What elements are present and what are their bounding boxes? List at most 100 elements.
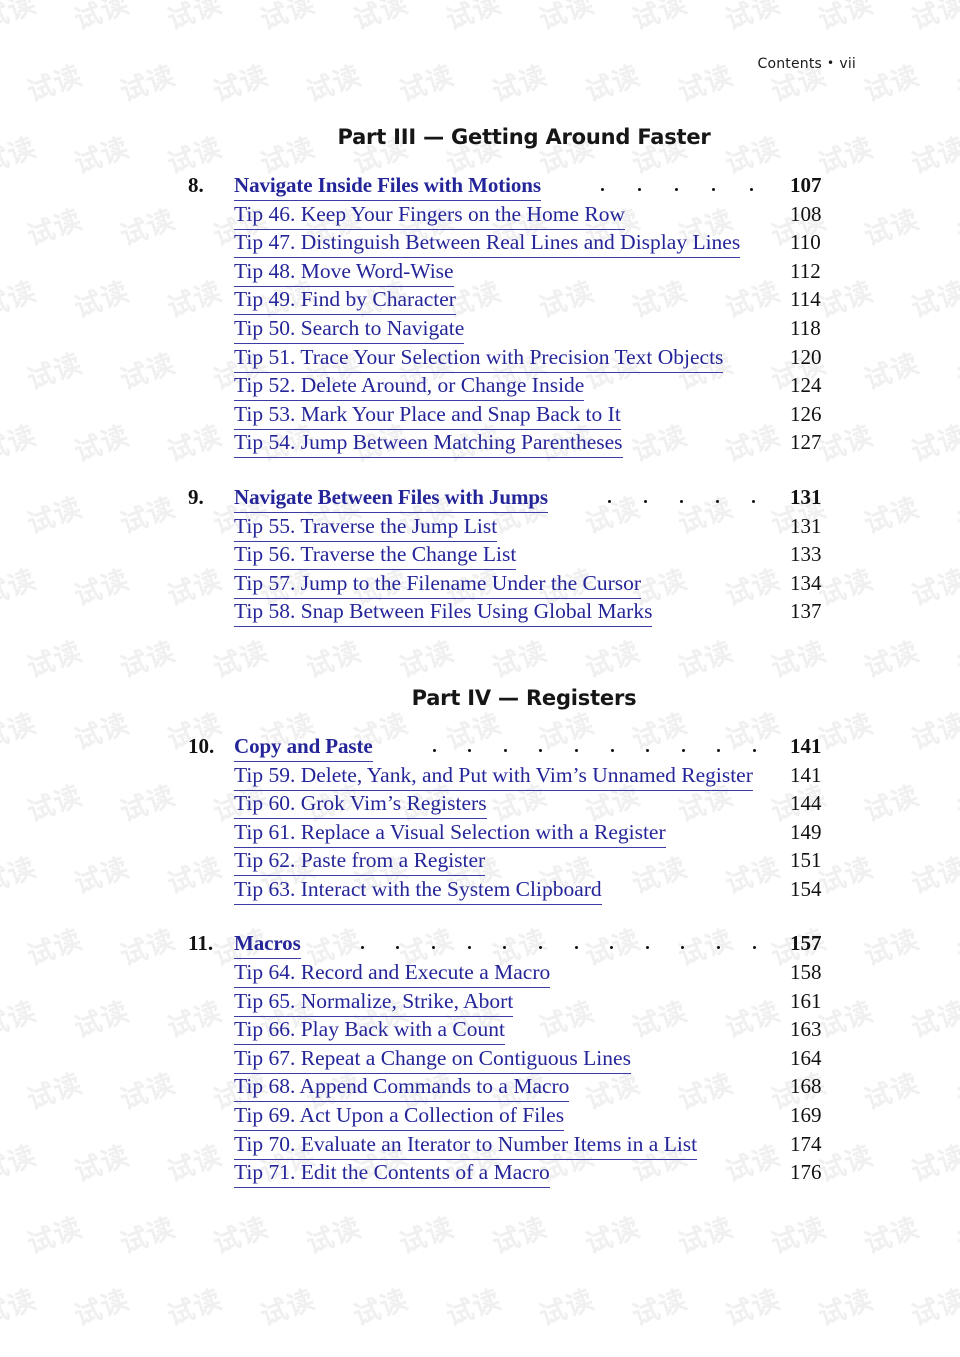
running-head-page: vii xyxy=(839,56,856,72)
tip-title-text: Tip 61. Replace a Visual Selection with … xyxy=(234,819,666,848)
tip-page-number: 110 xyxy=(790,230,821,255)
chapter-title-link[interactable]: Copy and Paste xyxy=(234,732,373,762)
tip-page-number: 126 xyxy=(790,401,822,426)
tip-title-link[interactable]: Tip 63. Interact with the System Clipboa… xyxy=(234,875,602,905)
tip-title-link[interactable]: Tip 67. Repeat a Change on Contiguous Li… xyxy=(234,1044,631,1074)
toc-tip-row[interactable]: Tip 59. Delete, Yank, and Put with Vim’s… xyxy=(188,761,848,791)
tip-page-number: 151 xyxy=(790,848,822,873)
chapter-title-link[interactable]: Navigate Inside Files with Motions xyxy=(234,171,541,201)
tip-title-link[interactable]: Tip 62. Paste from a Register xyxy=(234,846,486,877)
toc-chapter-row[interactable]: 9. Navigate Between Files with Jumps 131 xyxy=(188,483,848,513)
chapter-title-text: Navigate Between Files with Jumps xyxy=(234,484,548,513)
tip-title-link[interactable]: Tip 53. Mark Your Place and Snap Back to… xyxy=(234,400,621,430)
tip-page-number: 108 xyxy=(790,201,822,226)
tip-title-link[interactable]: Tip 57. Jump to the Filename Under the C… xyxy=(234,569,642,599)
toc-body: Part III — Getting Around Faster 8. Naviga… xyxy=(188,125,848,1189)
toc-tip-row[interactable]: Tip 52. Delete Around, or Change Inside 1… xyxy=(188,371,848,402)
tip-title-link[interactable]: Tip 59. Delete, Yank, and Put with Vim’s… xyxy=(234,761,753,791)
chapter-page-number: 131 xyxy=(790,484,822,509)
toc-tip-row[interactable]: Tip 60. Grok Vim’s Registers 144 xyxy=(188,789,848,820)
tip-page-number: 127 xyxy=(790,430,822,455)
chapter-page-number: 157 xyxy=(790,931,822,956)
toc-tip-row[interactable]: Tip 50. Search to Navigate 118 xyxy=(188,314,848,344)
toc-tip-row[interactable]: Tip 65. Normalize, Strike, Abort 161 xyxy=(188,987,848,1017)
toc-tip-row[interactable]: Tip 58. Snap Between Files Using Global … xyxy=(188,597,848,628)
toc-tip-row[interactable]: Tip 56. Traverse the Change List 133 xyxy=(188,540,848,571)
toc-tip-row[interactable]: Tip 49. Find by Character 114 xyxy=(188,285,848,316)
toc-tip-row[interactable]: Tip 61. Replace a Visual Selection with … xyxy=(188,818,848,848)
tip-title-text: Tip 47. Distinguish Between Real Lines a… xyxy=(234,230,741,259)
tip-title-link[interactable]: Tip 66. Play Back with a Count xyxy=(234,1015,505,1046)
chapter-page-number: 141 xyxy=(790,733,822,758)
chapter-title-link[interactable]: Macros xyxy=(234,929,301,960)
tip-page-number: 161 xyxy=(790,988,822,1013)
tip-title-text: Tip 55. Traverse the Jump List xyxy=(234,513,498,542)
toc-tip-row[interactable]: Tip 68. Append Commands to a Macro 168 xyxy=(188,1072,848,1103)
toc-tip-row[interactable]: Tip 47. Distinguish Between Real Lines a… xyxy=(188,228,848,259)
toc-tip-row[interactable]: Tip 48. Move Word-Wise 112 xyxy=(188,257,848,287)
tip-title-link[interactable]: Tip 64. Record and Execute a Macro xyxy=(234,958,551,989)
tip-title-text: Tip 63. Interact with the System Clipboa… xyxy=(234,876,602,905)
tip-page-number: 112 xyxy=(790,258,821,283)
tip-title-link[interactable]: Tip 46. Keep Your Fingers on the Home Ro… xyxy=(234,200,625,230)
tip-title-link[interactable]: Tip 56. Traverse the Change List xyxy=(234,540,517,571)
toc-tip-row[interactable]: Tip 53. Mark Your Place and Snap Back to… xyxy=(188,400,848,430)
tip-page-number: 168 xyxy=(790,1074,822,1099)
toc-tip-row[interactable]: Tip 57. Jump to the Filename Under the C… xyxy=(188,569,848,599)
tip-title-link[interactable]: Tip 51. Trace Your Selection with Precis… xyxy=(234,343,724,373)
running-head-label: Contents xyxy=(757,56,823,72)
tip-title-link[interactable]: Tip 50. Search to Navigate xyxy=(234,314,465,344)
tip-title-link[interactable]: Tip 48. Move Word-Wise xyxy=(234,257,454,287)
tip-page-number: 176 xyxy=(790,1160,822,1185)
chapter-page-number: 107 xyxy=(790,173,822,197)
tip-title-text: Tip 56. Traverse the Change List xyxy=(234,542,517,571)
tip-page-number: 133 xyxy=(790,542,822,567)
tip-title-text: Tip 65. Normalize, Strike, Abort xyxy=(234,988,514,1017)
toc-tip-row[interactable]: Tip 51. Trace Your Selection with Precis… xyxy=(188,343,848,373)
tip-page-number: 169 xyxy=(790,1103,822,1128)
tip-page-number: 149 xyxy=(790,819,822,844)
toc-tip-row[interactable]: Tip 71. Edit the Contents of a Macro 176 xyxy=(188,1158,848,1189)
chapter-group: 9. Navigate Between Files with Jumps 131 Ti… xyxy=(188,483,848,628)
tip-title-link[interactable]: Tip 65. Normalize, Strike, Abort xyxy=(234,987,514,1017)
toc-tip-row[interactable]: Tip 64. Record and Execute a Macro 158 xyxy=(188,958,848,989)
toc-tip-row[interactable]: Tip 67. Repeat a Change on Contiguous Li… xyxy=(188,1044,848,1074)
tip-title-link[interactable]: Tip 49. Find by Character xyxy=(234,285,456,316)
toc-tip-row[interactable]: Tip 46. Keep Your Fingers on the Home Ro… xyxy=(188,200,848,230)
tip-title-text: Tip 68. Append Commands to a Macro xyxy=(234,1074,570,1103)
tip-page-number: 118 xyxy=(790,315,821,340)
toc-tip-row[interactable]: Tip 55. Traverse the Jump List 131 xyxy=(188,512,848,542)
toc-tip-row[interactable]: Tip 62. Paste from a Register 151 xyxy=(188,846,848,877)
tip-title-link[interactable]: Tip 61. Replace a Visual Selection with … xyxy=(234,818,666,848)
tip-title-link[interactable]: Tip 69. Act Upon a Collection of Files xyxy=(234,1101,565,1132)
tip-title-link[interactable]: Tip 55. Traverse the Jump List xyxy=(234,512,498,542)
toc-chapter-row[interactable]: 10. Copy and Paste 141 xyxy=(188,732,848,762)
toc-tip-row[interactable]: Tip 54. Jump Between Matching Parenthese… xyxy=(188,428,848,459)
tip-title-link[interactable]: Tip 70. Evaluate an Iterator to Number I… xyxy=(234,1130,698,1160)
tip-page-number: 163 xyxy=(790,1017,822,1042)
tip-title-text: Tip 67. Repeat a Change on Contiguous Li… xyxy=(234,1045,631,1074)
tip-title-text: Tip 60. Grok Vim’s Registers xyxy=(234,791,487,820)
chapter-title-text: Navigate Inside Files with Motions xyxy=(234,173,541,201)
tip-title-link[interactable]: Tip 47. Distinguish Between Real Lines a… xyxy=(234,228,741,259)
toc-chapter-row[interactable]: 8. Navigate Inside Files with Motions 107 xyxy=(188,171,848,201)
tip-page-number: 144 xyxy=(790,791,822,816)
tip-title-link[interactable]: Tip 58. Snap Between Files Using Global … xyxy=(234,597,653,628)
tip-title-link[interactable]: Tip 54. Jump Between Matching Parenthese… xyxy=(234,428,623,459)
tip-title-text: Tip 53. Mark Your Place and Snap Back to… xyxy=(234,401,621,430)
chapter-group: 10. Copy and Paste 141 Tip 59. Delete, Yank… xyxy=(188,732,848,905)
toc-tip-row[interactable]: Tip 70. Evaluate an Iterator to Number I… xyxy=(188,1130,848,1160)
toc-tip-row[interactable]: Tip 69. Act Upon a Collection of Files 16… xyxy=(188,1101,848,1132)
chapter-group: 8. Navigate Inside Files with Motions 107 T… xyxy=(188,171,848,459)
chapter-title-link[interactable]: Navigate Between Files with Jumps xyxy=(234,483,548,513)
toc-tip-row[interactable]: Tip 63. Interact with the System Clipboa… xyxy=(188,875,848,905)
tip-title-link[interactable]: Tip 68. Append Commands to a Macro xyxy=(234,1072,570,1103)
tip-page-number: 164 xyxy=(790,1045,822,1070)
toc-chapter-row[interactable]: 11. Macros 157 xyxy=(188,929,848,960)
tip-page-number: 154 xyxy=(790,876,822,901)
tip-title-text: Tip 48. Move Word-Wise xyxy=(234,258,454,287)
tip-title-link[interactable]: Tip 52. Delete Around, or Change Inside xyxy=(234,371,585,402)
tip-title-link[interactable]: Tip 71. Edit the Contents of a Macro xyxy=(234,1158,550,1189)
tip-title-link[interactable]: Tip 60. Grok Vim’s Registers xyxy=(234,789,487,820)
toc-tip-row[interactable]: Tip 66. Play Back with a Count 163 xyxy=(188,1015,848,1046)
